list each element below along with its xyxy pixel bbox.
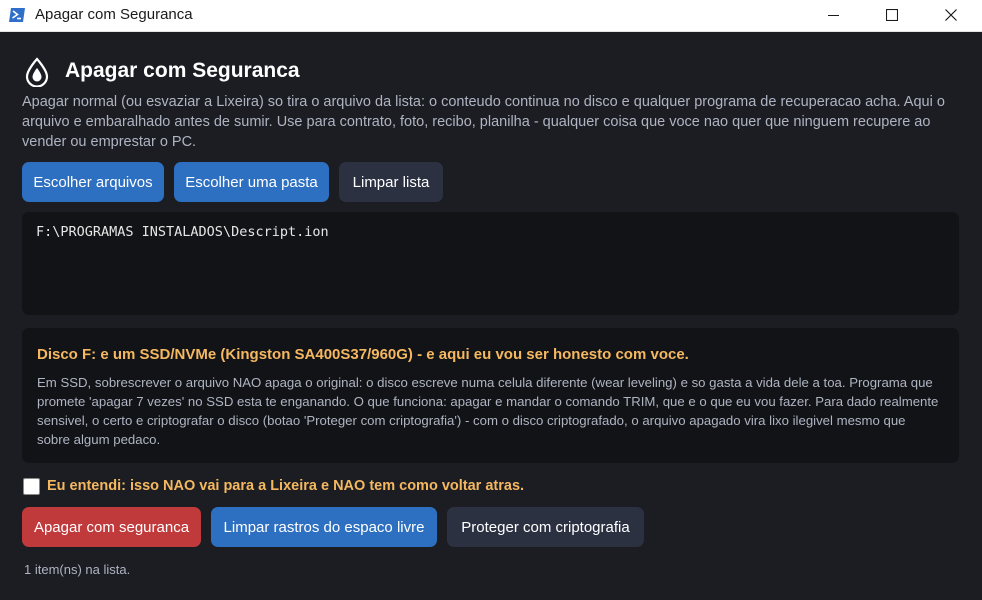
warning-text: Em SSD, sobrescrever o arquivo NAO apaga…	[37, 375, 939, 447]
maximize-icon	[886, 9, 898, 21]
page-description: Apagar normal (ou esvaziar a Lixeira) so…	[22, 94, 945, 150]
drop-icon	[25, 57, 49, 87]
warning-title: Disco F: e um SSD/NVMe (Kingston SA400S3…	[37, 346, 689, 363]
confirm-checkbox[interactable]	[23, 477, 40, 495]
file-list[interactable]: F:\PROGRAMAS INSTALADOS\Descript.ion	[22, 212, 959, 315]
wipe-free-space-button[interactable]: Limpar rastros do espaco livre	[211, 507, 437, 547]
window-title: Apagar com Seguranca	[35, 6, 193, 23]
status-text: 1 item(ns) na lista.	[24, 562, 131, 577]
secure-delete-button[interactable]: Apagar com seguranca	[22, 507, 201, 547]
close-button[interactable]	[928, 0, 974, 30]
encrypt-button[interactable]: Proteger com criptografia	[447, 507, 644, 547]
list-item[interactable]: F:\PROGRAMAS INSTALADOS\Descript.ion	[36, 224, 945, 240]
confirm-label[interactable]: Eu entendi: isso NAO vai para a Lixeira …	[47, 478, 524, 494]
confirm-row[interactable]: Eu entendi: isso NAO vai para a Lixeira …	[23, 476, 524, 496]
powershell-icon	[9, 8, 25, 22]
minimize-button[interactable]	[811, 0, 857, 30]
minimize-icon	[828, 15, 839, 16]
choose-folder-button[interactable]: Escolher uma pasta	[174, 162, 329, 202]
title-bar: Apagar com Seguranca	[0, 0, 982, 32]
close-icon	[945, 9, 957, 21]
ssd-warning-panel: Disco F: e um SSD/NVMe (Kingston SA400S3…	[22, 328, 959, 463]
clear-list-button[interactable]: Limpar lista	[339, 162, 443, 202]
choose-files-button[interactable]: Escolher arquivos	[22, 162, 164, 202]
maximize-button[interactable]	[869, 0, 915, 30]
main-content: Apagar com Seguranca Apagar normal (ou e…	[0, 32, 982, 600]
page-title: Apagar com Seguranca	[65, 59, 300, 82]
